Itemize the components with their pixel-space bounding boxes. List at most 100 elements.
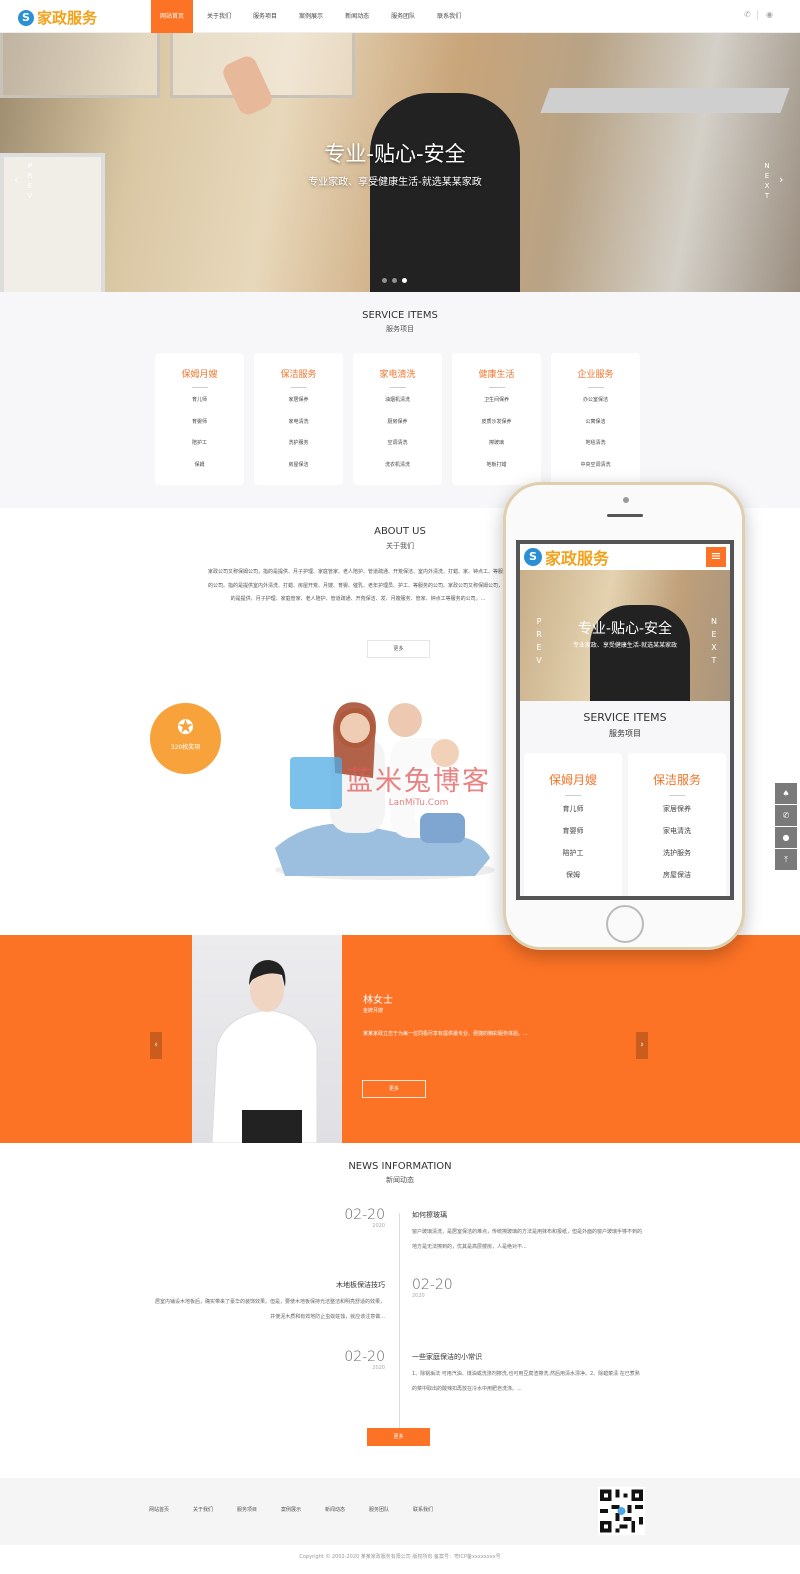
testimonial-next-button[interactable]: ›: [636, 1032, 648, 1059]
chevron-right-icon[interactable]: ›: [779, 173, 783, 186]
service-item[interactable]: 空调清洗: [353, 439, 442, 461]
phone-icon[interactable]: ✆: [744, 10, 751, 19]
service-item[interactable]: 洗护服务: [628, 848, 726, 870]
service-item[interactable]: 公寓保洁: [551, 418, 640, 440]
service-item[interactable]: 育儿师: [524, 804, 622, 826]
award-icon: ✪: [177, 715, 194, 739]
service-item[interactable]: 皮质沙发保养: [452, 418, 541, 440]
wechat-icon[interactable]: ●: [775, 827, 797, 848]
service-item[interactable]: 陪护工: [155, 439, 244, 461]
service-card[interactable]: 保姆月嫂 育儿师 育婴师 陪护工 保姆: [524, 753, 622, 896]
footer-link-news[interactable]: 新闻动态: [325, 1506, 369, 1513]
nav-news[interactable]: 新闻动态: [337, 0, 377, 33]
phone-next[interactable]: NEXT: [710, 615, 718, 667]
range-hood: [540, 88, 790, 113]
service-item[interactable]: 洗护服务: [254, 439, 343, 461]
slider-dot[interactable]: [392, 278, 397, 283]
service-card[interactable]: 保洁服务 家居保养 家电清洗 洗护服务 房屋保洁: [254, 353, 343, 485]
nav-cases[interactable]: 案例展示: [291, 0, 331, 33]
nav-home[interactable]: 网站首页: [151, 0, 194, 33]
service-cards: 保姆月嫂育儿师 育婴师 陪护工 保姆 保洁服务 家居保养 家电清洗 洗护服务 房屋保洁 家电清洗油…: [155, 353, 640, 485]
footer-link-cases[interactable]: 案例展示: [281, 1506, 325, 1513]
qr-code: [598, 1487, 645, 1535]
footer-link-contact[interactable]: 联系我们: [413, 1506, 457, 1513]
testimonial-prev-button[interactable]: ‹: [150, 1032, 162, 1059]
service-card[interactable]: 保洁服务 家居保养 家电清洗 洗护服务 房屋保洁: [628, 753, 726, 896]
service-card[interactable]: 健康生活 卫生间保养 皮质沙发保养 擦玻璃 地板打蜡: [452, 353, 541, 485]
service-item[interactable]: 育儿师: [155, 396, 244, 418]
back-to-top-icon[interactable]: ⤒: [775, 849, 797, 870]
cabinet-decor: [0, 33, 160, 98]
chevron-left-icon[interactable]: ‹: [14, 173, 18, 186]
service-item[interactable]: 陪护工: [524, 848, 622, 870]
news-item-2[interactable]: 木地板保洁技巧 居室内铺设木地板后，确实带来了豪华的装饰效果。但是，要使木地板保…: [155, 1280, 385, 1325]
footer-link-about[interactable]: 关于我们: [193, 1506, 237, 1513]
news-item-1[interactable]: 如何擦玻璃 窗户玻璃清洗，是居室保洁的难点，传统擦玻璃的方法是用抹布和报纸，但是…: [412, 1210, 642, 1255]
nav-contact[interactable]: 联系我们: [429, 0, 469, 33]
news-title-link[interactable]: 一些家庭保洁的小常识: [412, 1352, 642, 1362]
timeline-line: [399, 1213, 400, 1438]
service-item[interactable]: 中央空调清洗: [551, 461, 640, 483]
service-card-title: 保姆月嫂: [181, 370, 218, 380]
service-item[interactable]: 油烟机清洗: [353, 396, 442, 418]
nav-about[interactable]: 关于我们: [199, 0, 239, 33]
service-card[interactable]: 企业服务 办公室保洁 公寓保洁 地毯清洗 中央空调清洗: [551, 353, 640, 485]
about-text: 家政公司又称保姆公司，指的是提供、月子护理、家庭管家、老人陪护、管道疏通、开荒保…: [208, 569, 509, 602]
news-excerpt: 居室内铺设木地板后，确实带来了豪华的装饰效果。但是，要使木地板保持光洁整洁和明亮…: [155, 1299, 386, 1320]
about-more-button[interactable]: 更多: [367, 640, 430, 658]
phone-icon[interactable]: ✆: [775, 805, 797, 826]
footer-link-team[interactable]: 服务团队: [369, 1506, 413, 1513]
service-item[interactable]: 保姆: [524, 870, 622, 892]
divider: [669, 795, 685, 796]
service-item[interactable]: 房屋保洁: [254, 461, 343, 483]
news-more-button[interactable]: 更多: [367, 1428, 430, 1446]
service-item[interactable]: 擦玻璃: [452, 439, 541, 461]
qq-icon[interactable]: ♠: [775, 783, 797, 804]
phone-mockup: S 家政服务 ≡ 专业-贴心-安全 专业家政、享受健康生活-就选某某家政 PRE…: [503, 482, 745, 950]
service-item[interactable]: 家电清洗: [254, 418, 343, 440]
divider: [757, 10, 758, 20]
footer: 网站首页 关于我们 服务项目 案例展示 新闻动态 服务团队 联系我们: [0, 1478, 800, 1545]
service-item[interactable]: 地板打蜡: [452, 461, 541, 483]
service-item[interactable]: 厨房保养: [353, 418, 442, 440]
menu-icon[interactable]: ≡: [706, 547, 726, 567]
service-item[interactable]: 家居保养: [254, 396, 343, 418]
news-title-link[interactable]: 如何擦玻璃: [412, 1210, 642, 1220]
service-item[interactable]: 办公室保洁: [551, 396, 640, 418]
logo-icon: S: [18, 9, 34, 26]
service-item[interactable]: 卫生间保养: [452, 396, 541, 418]
phone-hero: 专业-贴心-安全 专业家政、享受健康生活-就选某某家政 PREV NEXT: [520, 570, 730, 701]
header: S 家政服务 网站首页 关于我们 服务项目 案例展示 新闻动态 服务团队 联系我…: [0, 0, 800, 33]
nav-team[interactable]: 服务团队: [383, 0, 423, 33]
footer-link-home[interactable]: 网站首页: [149, 1506, 193, 1513]
service-item[interactable]: 房屋保洁: [628, 870, 726, 892]
service-item[interactable]: 育婴师: [155, 418, 244, 440]
logo-icon: S: [524, 548, 542, 566]
service-item[interactable]: 家电清洗: [628, 826, 726, 848]
service-card[interactable]: 家电清洗 油烟机清洗 厨房保养 空调清洗 洗衣机清洗: [353, 353, 442, 485]
testimonial-section: 林女士 金牌月嫂 某某家政立志于为每一位同极尽享有提供最专业、便捷的精彩服务体验…: [0, 935, 800, 1144]
testimonial-more-button[interactable]: 更多: [362, 1080, 426, 1098]
service-item[interactable]: 洗衣机清洗: [353, 461, 442, 483]
logo-text: 家政服务: [37, 9, 98, 27]
testimonial-name: 林女士: [363, 995, 393, 1006]
slider-dot-active[interactable]: [402, 278, 407, 283]
service-item[interactable]: 家居保养: [628, 804, 726, 826]
footer-link-services[interactable]: 服务项目: [237, 1506, 281, 1513]
eye-icon[interactable]: ◉: [766, 10, 773, 19]
phone-prev[interactable]: PREV: [535, 615, 543, 667]
nav-services[interactable]: 服务项目: [245, 0, 285, 33]
news-title-link[interactable]: 木地板保洁技巧: [155, 1280, 385, 1290]
news-item-3[interactable]: 一些家庭保洁的小常识 1、除锅垢法 可用汽油、煤油或洗涤剂擦洗,也可用豆腐渣擦洗…: [412, 1352, 642, 1397]
service-item[interactable]: 育婴师: [524, 826, 622, 848]
watermark: 蓝米兔博客 LanMiTu.Com: [290, 757, 491, 809]
prev-button[interactable]: PREV: [26, 161, 34, 201]
slider-dot[interactable]: [382, 278, 387, 283]
service-card[interactable]: 保姆月嫂育儿师 育婴师 陪护工 保姆: [155, 353, 244, 485]
service-item[interactable]: 保姆: [155, 461, 244, 483]
awards-count: 320枚奖项: [170, 744, 201, 751]
next-button[interactable]: NEXT: [763, 161, 771, 201]
hero-title: 专业-贴心-安全: [324, 142, 466, 166]
logo[interactable]: S 家政服务: [18, 7, 97, 28]
service-item[interactable]: 地毯清洗: [551, 439, 640, 461]
